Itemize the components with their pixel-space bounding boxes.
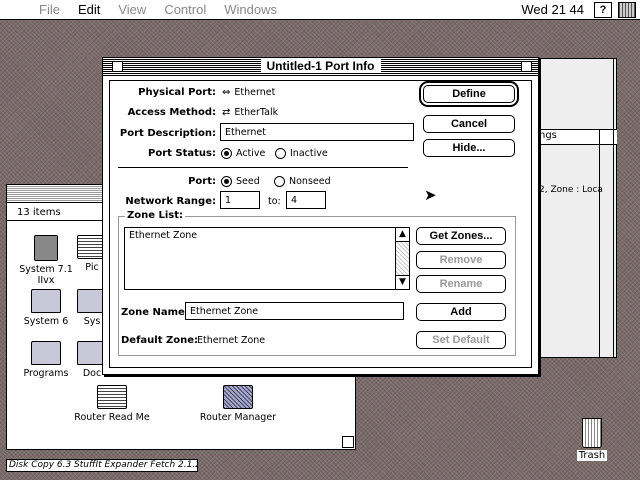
floppy-disk-icon: [34, 235, 58, 261]
status-inactive-label[interactable]: Inactive: [290, 148, 328, 159]
status-inactive-radio[interactable]: [275, 148, 286, 159]
application-menu-icon[interactable]: [618, 1, 636, 18]
hide-button[interactable]: Hide...: [423, 139, 515, 157]
finder-icon-system-6[interactable]: System 6: [11, 289, 81, 327]
cancel-button[interactable]: Cancel: [423, 115, 515, 133]
trash-label: Trash: [576, 450, 608, 461]
port-info-titlebar[interactable]: Untitled-1 Port Info: [103, 58, 538, 76]
menubar-clock[interactable]: Wed 21 44: [521, 2, 588, 17]
default-zone-label: Default Zone:: [121, 335, 199, 346]
scroll-up-arrow-icon[interactable]: ▲: [395, 228, 409, 242]
port-info-body: Physical Port: ⇔ Ethernet Access Method: …: [109, 80, 532, 368]
status-active-radio[interactable]: [221, 148, 232, 159]
port-label: Port:: [188, 176, 216, 187]
launcher-strip[interactable]: Disk Copy 6.3 StuffIt Expander Fetch 2.1…: [6, 459, 198, 472]
access-method-label: Access Method:: [127, 107, 216, 118]
port-description-label: Port Description:: [119, 128, 216, 139]
zone-group: Zone List: Ethernet Zone ▲ ▼ Get Zones..…: [118, 210, 516, 356]
background-window-column-header: ngs: [535, 129, 617, 145]
remove-button[interactable]: Remove: [416, 251, 506, 269]
finder-icon-label: System 7.1 IIvx: [19, 264, 73, 286]
menu-windows[interactable]: Windows: [215, 2, 286, 17]
finder-icon-label: Router Read Me: [74, 412, 150, 423]
finder-icon-label: Router Manager: [199, 412, 277, 423]
background-window-divider: [599, 129, 600, 357]
add-button[interactable]: Add: [416, 303, 506, 321]
finder-icon-system-71[interactable]: System 7.1 IIvx: [11, 235, 81, 286]
network-range-label: Network Range:: [125, 196, 216, 207]
zone-list[interactable]: Ethernet Zone ▲ ▼: [124, 227, 410, 290]
finder-icon-router-manager[interactable]: Router Manager: [193, 385, 283, 423]
finder-icon-programs[interactable]: Programs: [11, 341, 81, 379]
scroll-down-arrow-icon[interactable]: ▼: [395, 275, 409, 289]
folder-icon: [31, 289, 61, 313]
zone-list-item[interactable]: Ethernet Zone: [125, 228, 409, 243]
trash-can-icon: [582, 418, 602, 448]
port-description-field[interactable]: Ethernet: [220, 123, 414, 141]
window-title: Untitled-1 Port Info: [260, 59, 381, 73]
finder-icon-label: System 6: [23, 316, 69, 327]
get-zones-button[interactable]: Get Zones...: [416, 227, 506, 245]
physical-port-value: ⇔ Ethernet: [222, 87, 276, 98]
port-info-window[interactable]: Untitled-1 Port Info Physical Port: ⇔ Eth…: [102, 57, 539, 375]
menu-view[interactable]: View: [109, 2, 155, 17]
range-to-label: to:: [268, 196, 281, 207]
finder-icon-label: Pic: [85, 262, 99, 273]
zone-list-label: Zone List:: [125, 210, 186, 221]
define-button[interactable]: Define: [419, 81, 519, 107]
network-range-start-field[interactable]: 1: [220, 191, 260, 209]
trash[interactable]: Trash: [572, 418, 612, 461]
physical-port-label: Physical Port:: [138, 87, 216, 98]
menu-bar: File Edit View Control Windows Wed 21 44…: [0, 0, 640, 20]
rename-button[interactable]: Rename: [416, 275, 506, 293]
finder-icon-label: Sys: [83, 316, 101, 327]
divider: [118, 167, 408, 168]
menu-file[interactable]: File: [30, 2, 69, 17]
ethernet-port-icon: ⇔: [222, 87, 231, 98]
background-window-scrollbar-edge: [613, 59, 614, 357]
port-status-label: Port Status:: [148, 148, 216, 159]
help-menu-icon[interactable]: ?: [594, 1, 612, 18]
ethertalk-icon: ⇄: [222, 107, 231, 118]
status-active-label[interactable]: Active: [236, 148, 265, 159]
background-window-row-text: 2, Zone : Loca: [539, 185, 603, 195]
port-nonseed-label[interactable]: Nonseed: [289, 176, 331, 187]
mouse-cursor-icon: ➤: [424, 186, 437, 204]
close-box-icon[interactable]: [112, 61, 123, 72]
port-nonseed-radio[interactable]: [274, 176, 285, 187]
menu-control[interactable]: Control: [155, 2, 215, 17]
menu-edit[interactable]: Edit: [69, 2, 109, 17]
set-default-button[interactable]: Set Default: [416, 331, 506, 349]
access-method-value: ⇄ EtherTalk: [222, 107, 279, 118]
finder-icon-router-read-me[interactable]: Router Read Me: [67, 385, 157, 423]
network-range-end-field[interactable]: 4: [286, 191, 326, 209]
port-seed-label[interactable]: Seed: [236, 176, 260, 187]
router-manager-app-icon: [223, 385, 253, 409]
finder-icon-label: Doc: [82, 368, 102, 379]
default-zone-value: Ethernet Zone: [197, 335, 266, 346]
folder-icon: [31, 341, 61, 365]
zone-name-field[interactable]: Ethernet Zone: [185, 302, 404, 320]
zone-name-label: Zone Name:: [121, 307, 189, 318]
zoom-box-icon[interactable]: [521, 61, 532, 72]
document-icon: [97, 385, 127, 409]
port-seed-radio[interactable]: [221, 176, 232, 187]
finder-resize-box[interactable]: [342, 436, 354, 448]
finder-icon-label: Programs: [23, 368, 69, 379]
